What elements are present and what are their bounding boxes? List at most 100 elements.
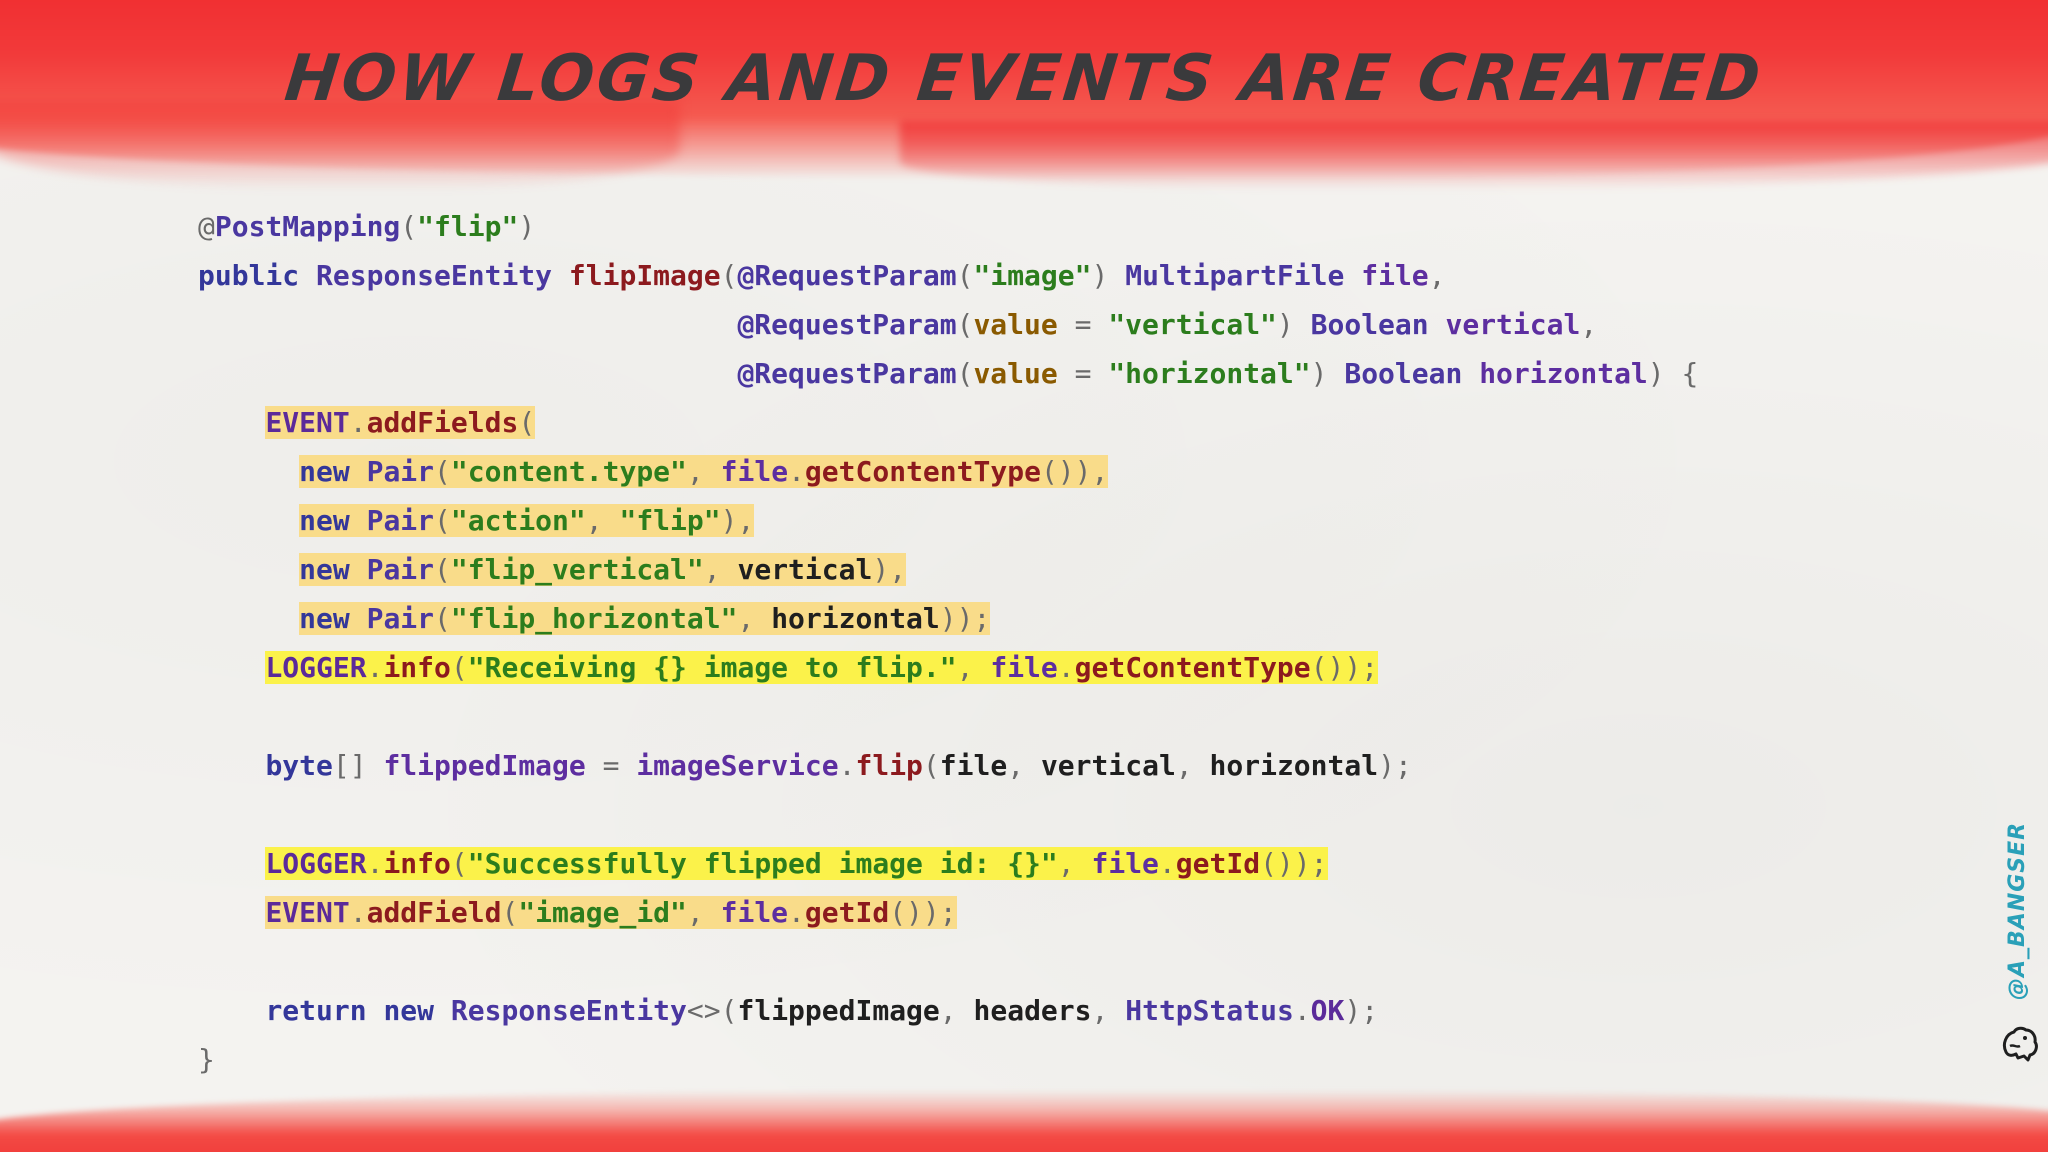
code-content: public ResponseEntity flipImage(@Request… xyxy=(198,259,1446,292)
code-token: ( xyxy=(956,357,974,390)
code-token: . xyxy=(1158,847,1176,880)
code-token: OK xyxy=(1310,994,1345,1027)
code-token: ( xyxy=(434,553,451,586)
code-token: getContentType xyxy=(804,455,1041,488)
code-token: ()), xyxy=(1040,455,1109,488)
code-token: file xyxy=(990,651,1058,684)
code-block: @PostMapping("flip") public ResponseEntit… xyxy=(198,202,1698,1084)
code-token: ( xyxy=(434,602,451,635)
event-statement-highlight: new Pair("action", "flip"), xyxy=(299,504,755,537)
code-token: , xyxy=(1175,749,1210,782)
code-token: ); xyxy=(1344,994,1379,1027)
code-token: = xyxy=(585,749,637,782)
code-token: ( xyxy=(922,749,940,782)
code-token: ResponseEntity xyxy=(316,259,569,292)
code-token: "Successfully flipped image id: {}" xyxy=(467,847,1058,880)
code-token: info xyxy=(383,847,451,880)
code-token: "flip" xyxy=(417,210,519,243)
code-token: @RequestParam xyxy=(737,308,957,341)
code-token: vertical xyxy=(737,553,873,586)
code-line: public ResponseEntity flipImage(@Request… xyxy=(198,251,1698,300)
code-token: new xyxy=(299,504,367,537)
code-content: } xyxy=(198,1043,215,1076)
code-token: , xyxy=(703,553,738,586)
code-token: MultipartFile xyxy=(1125,259,1362,292)
code-token: ), xyxy=(720,504,755,537)
code-token: , xyxy=(686,455,721,488)
code-token: horizontal xyxy=(771,602,940,635)
code-token: horizontal xyxy=(1479,357,1648,390)
code-token: ( xyxy=(434,455,451,488)
code-line: } xyxy=(198,1035,1698,1084)
code-token: flippedImage xyxy=(737,994,940,1027)
code-token: Boolean xyxy=(1310,308,1446,341)
code-token: @ xyxy=(198,210,215,243)
code-token: new xyxy=(299,455,367,488)
code-token: ), xyxy=(872,553,907,586)
slide: How logs and events are created @PostMap… xyxy=(0,0,2048,1152)
code-token: . xyxy=(788,455,805,488)
code-token: ) xyxy=(1276,308,1311,341)
code-token: ( xyxy=(501,896,519,929)
code-token: flipImage xyxy=(568,259,721,292)
code-line: @PostMapping("flip") xyxy=(198,202,1698,251)
code-token: addField xyxy=(366,896,502,929)
code-token: file xyxy=(939,749,1008,782)
code-token: "flip_vertical" xyxy=(450,553,704,586)
code-token: vertical xyxy=(1040,749,1176,782)
code-token: [] xyxy=(332,749,384,782)
code-token: LOGGER xyxy=(265,651,367,684)
code-token: file xyxy=(720,455,789,488)
code-token: file xyxy=(720,896,789,929)
code-token: public xyxy=(198,259,317,292)
code-token: Boolean xyxy=(1344,357,1480,390)
code-line: new Pair("action", "flip"), xyxy=(198,496,1698,545)
code-content: @PostMapping("flip") xyxy=(198,210,535,243)
code-token: getContentType xyxy=(1074,651,1311,684)
code-token: getId xyxy=(804,896,890,929)
code-line: new Pair("flip_horizontal", horizontal))… xyxy=(198,594,1698,643)
slide-title: How logs and events are created xyxy=(281,42,1767,116)
event-statement-highlight: EVENT.addField("image_id", file.getId())… xyxy=(265,896,957,929)
code-line: return new ResponseEntity<>(flippedImage… xyxy=(198,986,1698,1035)
code-token: Pair xyxy=(366,553,435,586)
code-token: info xyxy=(383,651,451,684)
code-token: imageService xyxy=(636,749,839,782)
code-token: ( xyxy=(518,406,536,439)
event-statement-highlight: new Pair("flip_horizontal", horizontal))… xyxy=(299,602,991,635)
code-token: EVENT xyxy=(265,896,350,929)
code-token: "flip_horizontal" xyxy=(450,602,738,635)
author-handle: @A_BANGSER xyxy=(2005,821,2030,1000)
code-token: , xyxy=(686,896,721,929)
code-token: ) xyxy=(518,210,536,243)
event-statement-highlight: new Pair("content.type", file.getContent… xyxy=(299,455,1109,488)
code-token: , xyxy=(956,651,991,684)
code-token: new xyxy=(299,602,367,635)
code-token: . xyxy=(349,406,367,439)
code-token: horizontal xyxy=(1209,749,1379,782)
code-token: @RequestParam xyxy=(737,357,957,390)
code-line: @RequestParam(value = "horizontal") Bool… xyxy=(198,349,1698,398)
code-token: ) xyxy=(1310,357,1345,390)
code-token: vertical xyxy=(1445,308,1581,341)
code-token: = xyxy=(1057,357,1109,390)
code-token: new xyxy=(383,994,451,1027)
code-line: EVENT.addFields( xyxy=(198,398,1698,447)
log-statement-highlight: LOGGER.info("Receiving {} image to flip.… xyxy=(265,651,1379,684)
code-token: = xyxy=(1057,308,1109,341)
code-token: EVENT xyxy=(265,406,350,439)
code-token: Pair xyxy=(366,602,435,635)
code-token: "vertical" xyxy=(1108,308,1277,341)
code-token: , xyxy=(1057,847,1092,880)
code-token: PostMapping xyxy=(214,210,401,243)
code-token: flip xyxy=(855,749,923,782)
event-statement-highlight: EVENT.addFields( xyxy=(265,406,536,439)
